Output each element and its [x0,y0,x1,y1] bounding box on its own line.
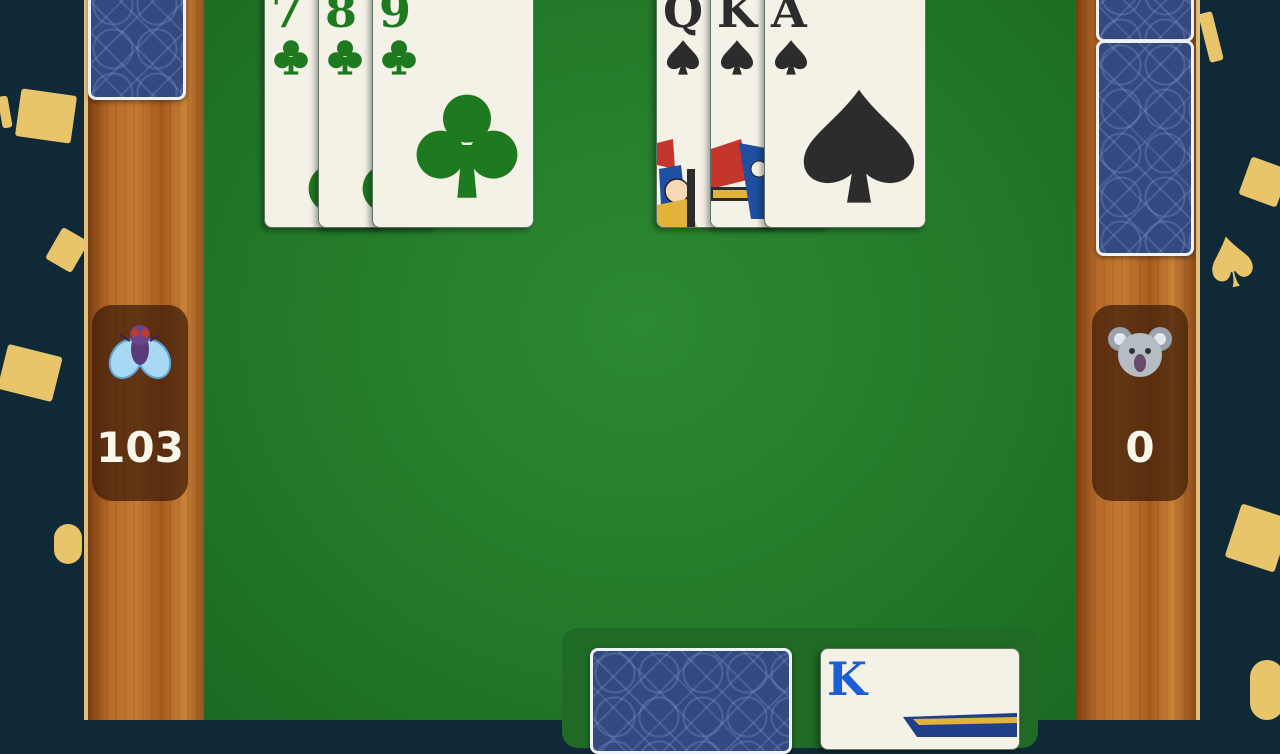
fly-icon [108,325,172,380]
club-icon [274,40,308,75]
confetti-piece [1238,156,1280,208]
card-rank: K [717,0,757,38]
confetti-piece [0,95,13,129]
card-rank: K [827,652,867,706]
confetti-piece [54,524,82,564]
club-icon [416,94,518,198]
spade-icon [803,89,915,203]
confetti-piece [14,88,78,144]
spade-icon [775,40,807,75]
club-icon [382,40,416,75]
spade-confetti-icon: ♠ [1192,216,1271,310]
confetti-piece [1250,660,1280,720]
right-player-score-panel: 0 [1092,305,1188,501]
stock-pile[interactable] [590,648,792,754]
opponent-right-card-back [1096,0,1194,42]
king-face-art [903,713,1017,737]
club-icon [328,40,362,75]
opponent-left-card-back [88,0,186,100]
queen-face-art [657,139,717,227]
card-rank: 7 [271,0,303,38]
meld-card-a-spades[interactable]: A [764,0,926,228]
card-rank: 9 [379,0,411,38]
right-player-score: 0 [1125,423,1155,472]
left-player-score: 103 [96,423,184,472]
opponent-right-card-back [1096,40,1194,256]
confetti-piece [1198,11,1224,63]
card-rank: 8 [325,0,357,38]
confetti-piece [0,343,63,403]
spade-icon [721,40,753,75]
spade-icon [667,40,699,75]
confetti-piece [45,226,89,274]
king-face-art [711,139,771,227]
left-player-score-panel: 103 [92,305,188,501]
card-rank: A [771,0,807,38]
koala-icon [1108,327,1172,377]
confetti-piece [1224,503,1280,573]
meld-card-9-clubs[interactable]: 9 [372,0,534,228]
card-rank: Q [663,0,703,38]
discard-pile-k-hearts[interactable]: K [820,648,1020,750]
